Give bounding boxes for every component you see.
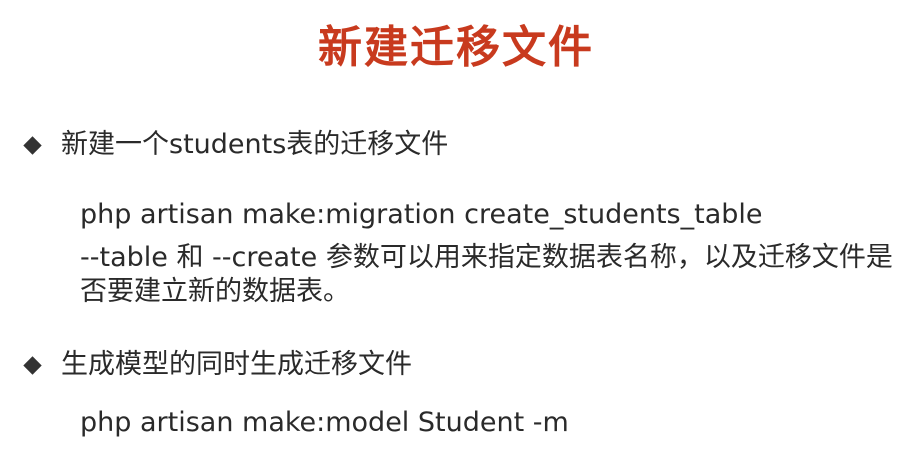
model-command: php artisan make:model Student -m (80, 407, 569, 438)
diamond-bullet-icon (23, 135, 42, 155)
slide-title: 新建迁移文件 (318, 22, 594, 73)
diamond-bullet-icon (23, 355, 42, 375)
bullet-text: 生成模型的同时生成迁移文件 (61, 349, 412, 380)
bullet-item-model: 生成模型的同时生成迁移文件 (22, 347, 412, 383)
param-connector: 和 (167, 242, 213, 273)
table-param: --table (80, 242, 168, 273)
migration-param-description: --table 和 --create 参数可以用来指定数据表名称，以及迁移文件是… (80, 241, 895, 309)
create-param: --create (212, 242, 318, 273)
bullet-item-migration: 新建一个students表的迁移文件 (22, 127, 448, 163)
migration-command: php artisan make:migration create_studen… (80, 199, 763, 230)
bullet-text: 新建一个students表的迁移文件 (61, 129, 449, 160)
